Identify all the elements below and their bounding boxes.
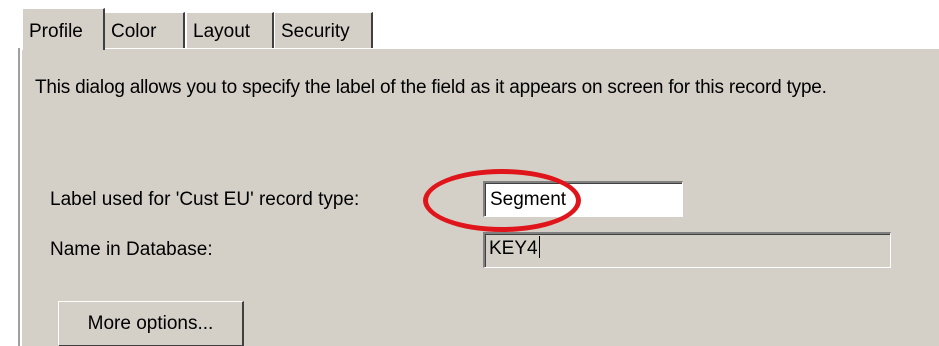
profile-panel: This dialog allows you to specify the la… <box>20 48 939 346</box>
tab-profile[interactable]: Profile <box>22 8 105 50</box>
tab-profile-label: Profile <box>29 21 83 42</box>
more-options-button[interactable]: More options... <box>58 301 244 346</box>
text-caret <box>538 236 540 258</box>
tab-layout-label: Layout <box>193 21 251 42</box>
tab-color-label: Color <box>111 21 157 42</box>
tab-security[interactable]: Security <box>274 12 373 49</box>
tab-layout[interactable]: Layout <box>186 12 274 49</box>
label-field-caption: Label used for 'Cust EU' record type: <box>50 189 360 210</box>
dialog-stage: Profile Color Layout Security This dialo… <box>0 0 939 346</box>
db-name-value: KEY4 <box>489 238 538 259</box>
tab-security-label: Security <box>281 21 350 42</box>
tab-color[interactable]: Color <box>104 12 185 49</box>
db-name-field[interactable]: KEY4 <box>483 232 891 268</box>
label-field-input[interactable] <box>483 181 683 217</box>
db-name-caption: Name in Database: <box>50 239 213 260</box>
description-text: This dialog allows you to specify the la… <box>35 77 827 98</box>
